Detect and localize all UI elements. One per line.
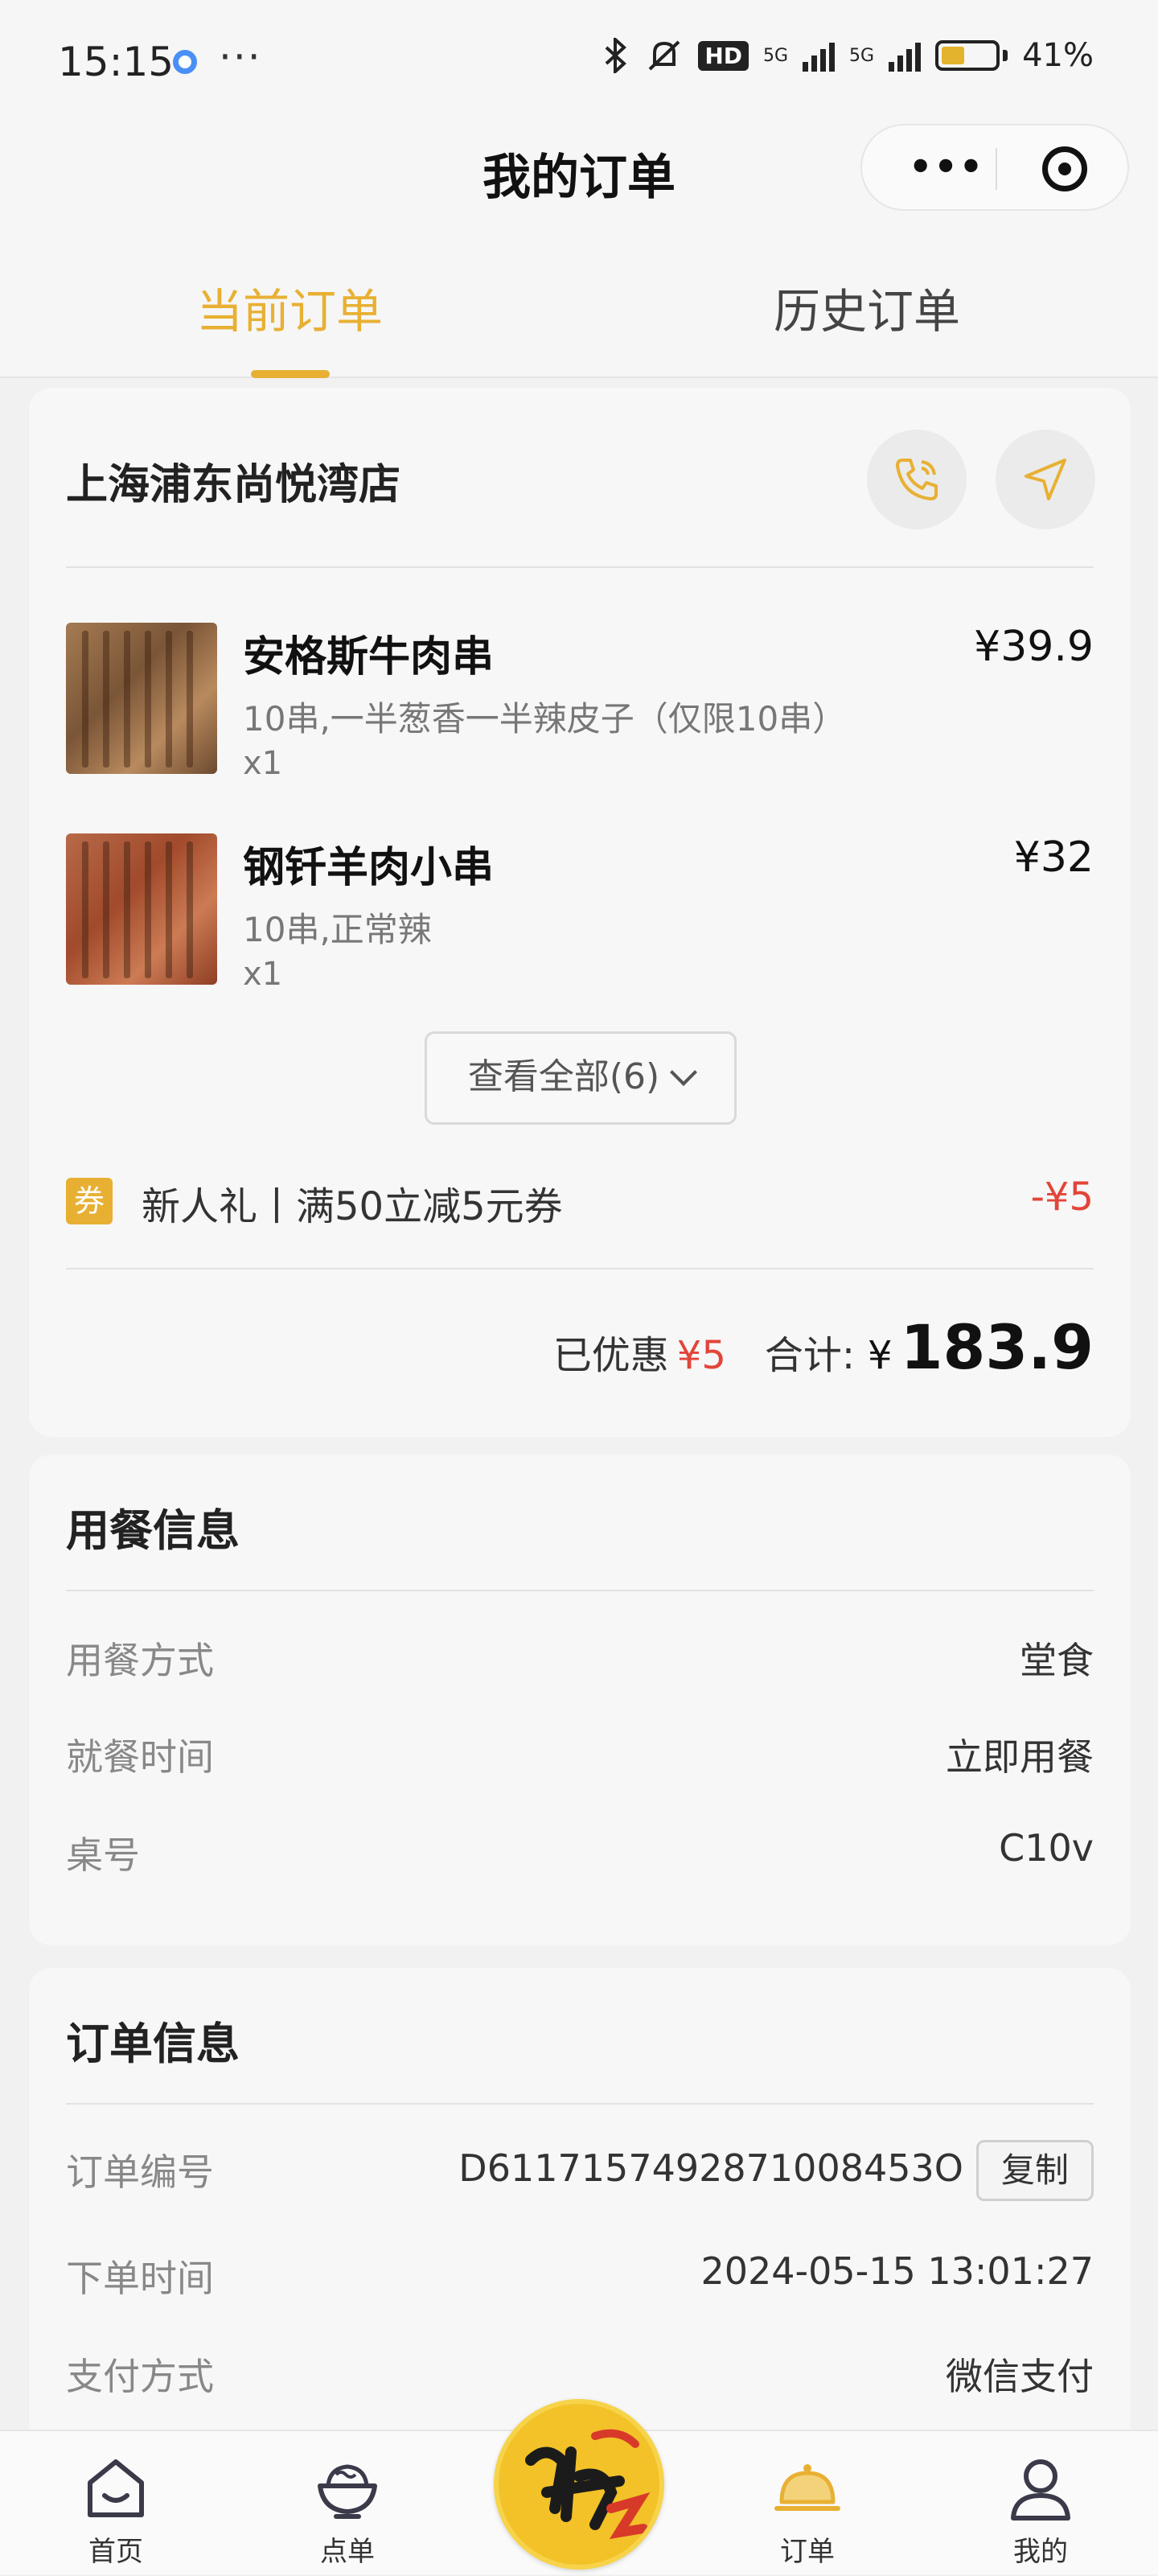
capsule-divider bbox=[996, 148, 997, 190]
bottom-nav: 首页 点单 订单 我的 bbox=[0, 2399, 1158, 2576]
info-value: C10v bbox=[999, 1826, 1094, 1870]
cloche-icon bbox=[774, 2464, 840, 2511]
status-time: 15:15 bbox=[58, 39, 175, 85]
order-info-title: 订单信息 bbox=[66, 2018, 240, 2069]
hd-badge: HD bbox=[698, 40, 749, 71]
tab-history-orders[interactable]: 历史订单 bbox=[774, 274, 960, 341]
more-menu-icon[interactable]: ••• bbox=[909, 148, 984, 185]
total-amount: 183.9 bbox=[900, 1311, 1094, 1383]
info-value: 2024-05-15 13:01:27 bbox=[700, 2249, 1094, 2293]
info-value: 微信支付 bbox=[946, 2355, 1094, 2398]
network-5g-label-2: 5G bbox=[849, 45, 875, 66]
phone-icon bbox=[896, 459, 938, 500]
chevron-down-icon bbox=[670, 1059, 698, 1086]
coupon-divider bbox=[66, 1268, 1094, 1269]
nav-profile-label: 我的 bbox=[1013, 2536, 1068, 2568]
order-card: 上海浦东尚悦湾店 安格斯牛肉串 10串,一半葱香一半辣皮子（仅限10串） x1 … bbox=[29, 388, 1131, 1437]
order-number: D6117157492871008453O bbox=[458, 2146, 963, 2190]
mute-bell-icon bbox=[648, 40, 680, 71]
navigate-store-button[interactable] bbox=[996, 430, 1095, 529]
total-label: 合计: bbox=[764, 1333, 856, 1378]
dining-info-title: 用餐信息 bbox=[66, 1505, 240, 1556]
battery-icon bbox=[935, 40, 1000, 71]
item-photo bbox=[66, 833, 217, 985]
navigation-arrow-icon bbox=[1025, 459, 1066, 500]
mini-program-capsule: ••• bbox=[860, 124, 1129, 211]
status-icons: HD 5G 5G 41% bbox=[602, 37, 1094, 74]
item-qty: x1 bbox=[243, 745, 283, 782]
discount-label: 已优惠 bbox=[552, 1333, 669, 1378]
discount-value: ¥5 bbox=[676, 1333, 726, 1378]
item-price: ¥39.9 bbox=[974, 623, 1094, 671]
item-photo bbox=[66, 623, 217, 774]
item-name: 安格斯牛肉串 bbox=[243, 633, 495, 681]
store-divider bbox=[66, 566, 1094, 568]
order-tabs: 当前订单 历史订单 bbox=[0, 217, 1158, 378]
dining-info-divider bbox=[66, 1590, 1094, 1591]
info-label: 支付方式 bbox=[66, 2355, 214, 2398]
nav-home-label: 首页 bbox=[88, 2536, 143, 2568]
nav-menu-label: 点单 bbox=[320, 2536, 375, 2568]
status-bar: 15:15 ··· HD 5G 5G 41% bbox=[0, 0, 1158, 121]
order-info-divider bbox=[66, 2103, 1094, 2105]
info-label: 就餐时间 bbox=[66, 1735, 214, 1779]
info-label: 桌号 bbox=[66, 1833, 140, 1877]
coupon-amount: -¥5 bbox=[1030, 1175, 1094, 1220]
dining-info-card: 用餐信息 用餐方式 堂食 就餐时间 立即用餐 桌号 C10v bbox=[29, 1455, 1131, 1945]
status-more-icon: ··· bbox=[219, 34, 262, 80]
view-all-items-button[interactable]: 查看全部(6) bbox=[425, 1031, 737, 1125]
brand-logo-button[interactable] bbox=[494, 2399, 664, 2570]
brand-logo-icon bbox=[525, 2429, 651, 2540]
order-item: 钢钎羊肉小串 10串,正常辣 x1 ¥32 bbox=[66, 833, 1094, 994]
home-icon bbox=[88, 2459, 144, 2517]
info-label: 下单时间 bbox=[66, 2257, 214, 2300]
item-spec: 10串,一半葱香一半辣皮子（仅限10串） bbox=[243, 699, 847, 739]
item-spec: 10串,正常辣 bbox=[243, 910, 432, 949]
signal-icon bbox=[803, 39, 836, 72]
bowl-icon bbox=[318, 2464, 377, 2519]
nav-orders[interactable]: 订单 bbox=[727, 2431, 888, 2576]
header: 我的订单 ••• bbox=[0, 121, 1158, 217]
info-label: 用餐方式 bbox=[66, 1639, 214, 1682]
active-tab-indicator bbox=[251, 370, 330, 378]
info-value: 立即用餐 bbox=[946, 1735, 1094, 1779]
call-store-button[interactable] bbox=[867, 430, 967, 529]
item-price: ¥32 bbox=[1013, 833, 1094, 882]
nav-menu[interactable]: 点单 bbox=[267, 2431, 428, 2576]
battery-tip bbox=[1003, 50, 1008, 61]
coupon-badge-icon: 券 bbox=[66, 1178, 113, 1224]
nav-orders-label: 订单 bbox=[780, 2536, 835, 2568]
close-target-icon[interactable] bbox=[1042, 146, 1087, 191]
location-dot-icon bbox=[173, 50, 197, 74]
view-all-label: 查看全部(6) bbox=[467, 1056, 660, 1097]
store-name: 上海浦东尚悦湾店 bbox=[66, 461, 401, 509]
nav-home[interactable]: 首页 bbox=[35, 2431, 196, 2576]
coupon-text: 新人礼丨满50立减5元券 bbox=[142, 1184, 563, 1229]
tab-current-orders[interactable]: 当前订单 bbox=[196, 274, 383, 341]
nav-profile[interactable]: 我的 bbox=[960, 2431, 1121, 2576]
network-5g-label: 5G bbox=[763, 45, 789, 66]
bluetooth-icon bbox=[605, 38, 627, 73]
order-item: 安格斯牛肉串 10串,一半葱香一半辣皮子（仅限10串） x1 ¥39.9 bbox=[66, 623, 1094, 784]
person-icon bbox=[1011, 2459, 1070, 2520]
battery-percent: 41% bbox=[1022, 37, 1094, 74]
info-value: 堂食 bbox=[1020, 1639, 1094, 1682]
item-name: 钢钎羊肉小串 bbox=[243, 844, 495, 892]
info-label: 订单编号 bbox=[66, 2150, 214, 2194]
signal-icon-2 bbox=[889, 39, 922, 72]
currency-symbol: ¥ bbox=[868, 1333, 893, 1378]
order-summary: 已优惠 ¥5 合计: ¥ 183.9 bbox=[553, 1311, 1094, 1383]
item-qty: x1 bbox=[243, 956, 283, 993]
copy-order-number-button[interactable]: 复制 bbox=[976, 2140, 1094, 2201]
